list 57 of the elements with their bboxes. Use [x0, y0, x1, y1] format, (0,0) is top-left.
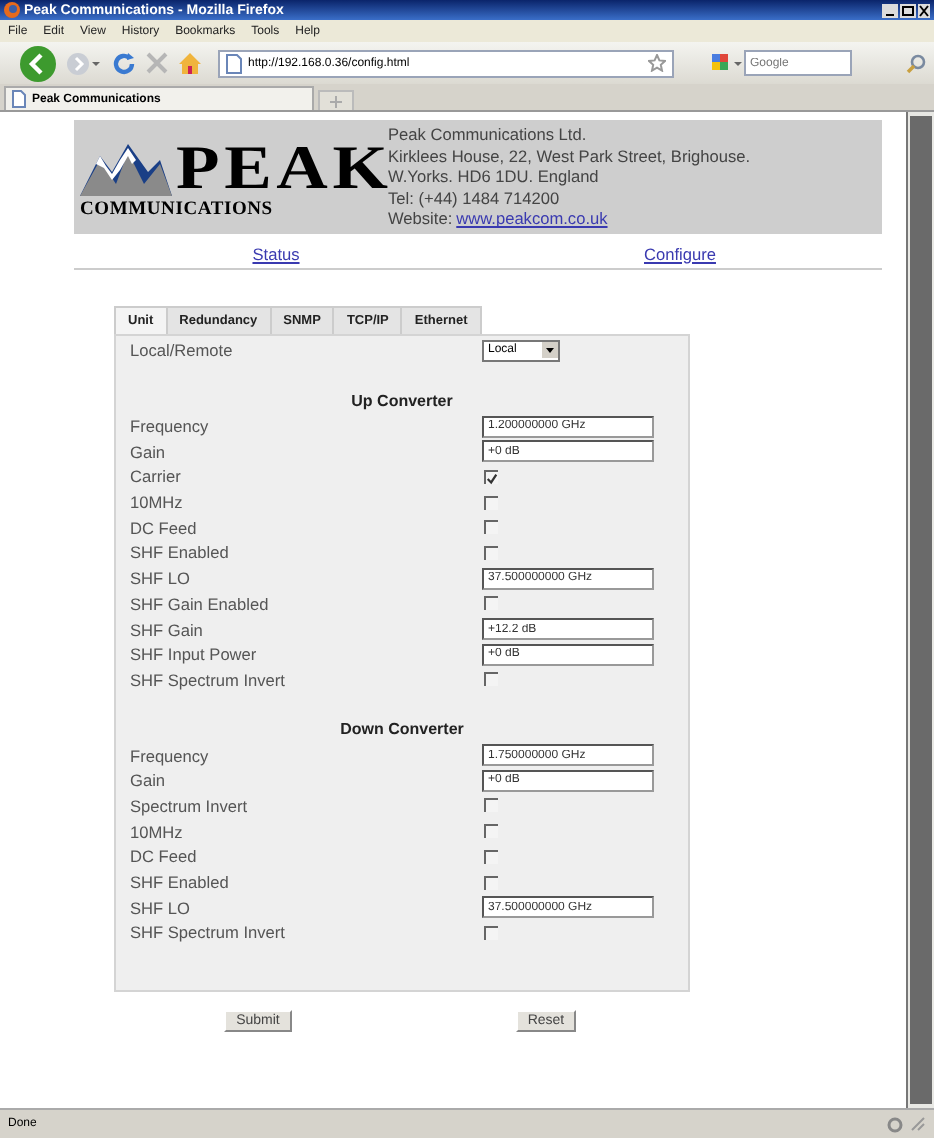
checkbox[interactable] — [484, 545, 498, 560]
scrollbar[interactable] — [906, 112, 934, 1108]
maximize-icon[interactable] — [900, 3, 916, 17]
section-heading: Up Converter — [349, 391, 455, 410]
minimize-icon[interactable] — [882, 3, 898, 17]
field-label: Spectrum Invert — [130, 795, 250, 816]
search-engine-icon[interactable] — [712, 53, 744, 73]
checkbox[interactable] — [484, 798, 498, 813]
field-label: 10MHz — [130, 492, 185, 513]
reload-icon[interactable] — [112, 51, 136, 75]
website-label: Website: — [388, 208, 453, 230]
home-icon[interactable] — [178, 52, 202, 74]
firefox-icon[interactable] — [4, 2, 20, 18]
field-label: Carrier — [130, 466, 183, 487]
logo-tagline: COMMUNICATIONS — [80, 199, 275, 219]
checkbox[interactable] — [484, 596, 498, 611]
checkbox[interactable] — [484, 672, 498, 687]
field-label: SHF Spectrum Invert — [130, 669, 287, 690]
page-icon[interactable] — [12, 90, 26, 108]
checkbox[interactable] — [484, 520, 498, 535]
checkbox[interactable] — [484, 849, 498, 864]
field-label: Gain — [130, 441, 168, 462]
page-icon[interactable] — [226, 53, 242, 73]
address-line: Tel: (+44) 1484 714200 — [388, 187, 562, 209]
field-label: 10MHz — [130, 821, 185, 842]
website-link[interactable]: www.peakcom.co.uk — [456, 208, 608, 230]
address-line: Peak Communications Ltd. — [388, 124, 589, 146]
nav-link[interactable]: Configure — [644, 243, 716, 263]
checkbox[interactable] — [484, 875, 498, 890]
checkbox[interactable] — [484, 495, 498, 510]
field-label: DC Feed — [130, 846, 199, 867]
field-label: SHF Gain Enabled — [130, 593, 271, 614]
field-label: Gain — [130, 770, 168, 791]
field-label: Frequency — [130, 745, 211, 766]
field-label: SHF Enabled — [130, 542, 231, 563]
search-icon[interactable] — [906, 53, 926, 73]
checkbox[interactable] — [484, 469, 498, 484]
field-label: SHF Enabled — [130, 872, 231, 893]
field-label: Frequency — [130, 416, 211, 437]
section-heading: Down Converter — [338, 720, 466, 739]
checkbox[interactable] — [484, 824, 498, 839]
field-label: SHF Input Power — [130, 644, 259, 665]
resize-grip-icon[interactable] — [910, 1116, 926, 1132]
address-line: Kirklees House, 22, West Park Street, Brighouse. — [388, 145, 751, 167]
close-icon[interactable] — [918, 3, 930, 17]
dropdown-arrow-icon[interactable] — [542, 342, 558, 359]
nav-link[interactable]: Status — [252, 243, 300, 263]
back-icon[interactable] — [20, 45, 56, 81]
star-icon[interactable] — [648, 54, 666, 72]
field-label: SHF LO — [130, 897, 192, 918]
checkbox[interactable] — [484, 925, 498, 940]
field-label: SHF Spectrum Invert — [130, 922, 287, 943]
field-label: Local/Remote — [130, 340, 235, 361]
field-label: DC Feed — [130, 517, 199, 538]
field-label: SHF Gain — [130, 619, 205, 640]
address-line: W.Yorks. HD6 1DU. England — [388, 166, 601, 188]
field-label: SHF LO — [130, 568, 192, 589]
